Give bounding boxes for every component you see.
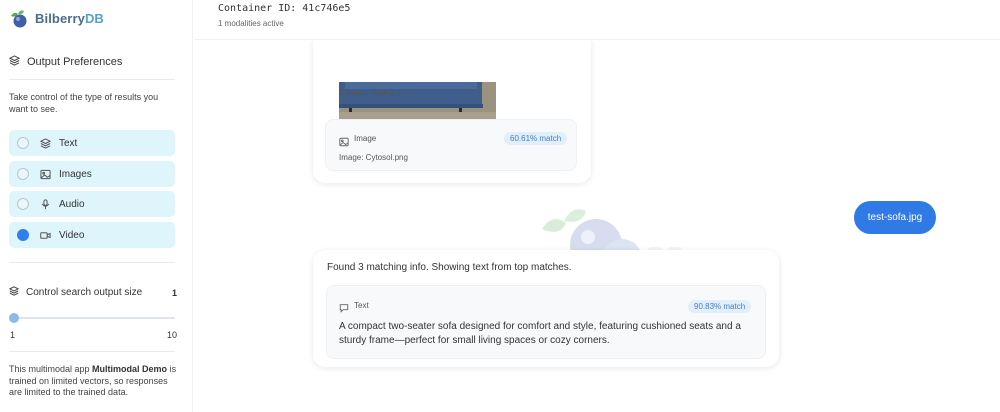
option-video[interactable]: Video bbox=[9, 222, 175, 248]
radio-text[interactable] bbox=[17, 137, 29, 149]
match-badge: 60.61% match bbox=[504, 132, 568, 145]
radio-images[interactable] bbox=[17, 168, 29, 180]
slider-min-label: 1 bbox=[10, 330, 16, 340]
slider-max-label: 10 bbox=[167, 330, 178, 340]
option-label: Text bbox=[59, 137, 78, 149]
result-type-label: Image bbox=[354, 134, 377, 143]
result-name: Image: Cytosol.png bbox=[339, 153, 408, 162]
output-preferences-heading: Output Preferences bbox=[8, 55, 123, 69]
chat-area: 2 Seater Sofa.jpg Image 60.61% match Ima… bbox=[194, 41, 1000, 412]
output-size-heading: Control search output size 1 bbox=[8, 286, 177, 299]
option-label: Images bbox=[59, 168, 92, 180]
app-root: BilberryDB Output Preferences Take contr… bbox=[0, 0, 1000, 412]
slider-handle[interactable] bbox=[9, 313, 19, 323]
video-icon bbox=[39, 229, 51, 241]
option-text[interactable]: Text bbox=[9, 130, 175, 156]
output-preferences-description: Take control of the type of results you … bbox=[9, 92, 159, 114]
divider bbox=[9, 351, 175, 352]
result-text: A compact two-seater sofa designed for c… bbox=[339, 321, 741, 346]
divider bbox=[9, 79, 175, 80]
output-preferences-title: Output Preferences bbox=[27, 56, 123, 68]
mic-icon bbox=[39, 198, 51, 210]
image-result-card bbox=[325, 119, 577, 171]
image-caption: 2 Seater Sofa.jpg bbox=[339, 88, 401, 97]
image-icon bbox=[39, 168, 51, 180]
sidebar: BilberryDB Output Preferences Take contr… bbox=[0, 0, 193, 412]
radio-audio[interactable] bbox=[17, 198, 29, 210]
app-note: This multimodal app Multimodal Demo is t… bbox=[9, 364, 177, 397]
layers-icon bbox=[8, 286, 20, 299]
radio-video[interactable] bbox=[17, 229, 29, 241]
option-audio[interactable]: Audio bbox=[9, 191, 175, 217]
user-message-bubble: test-sofa.jpg bbox=[854, 201, 936, 234]
user-message-text: test-sofa.jpg bbox=[867, 212, 923, 223]
layers-icon bbox=[39, 137, 51, 149]
output-size-value: 1 bbox=[171, 287, 177, 298]
option-images[interactable]: Images bbox=[9, 161, 175, 187]
container-id: Container ID: 41c746e5 bbox=[218, 3, 351, 14]
option-label: Video bbox=[59, 229, 85, 241]
divider bbox=[9, 262, 175, 263]
match-badge: 90.83% match bbox=[688, 300, 752, 313]
image-icon bbox=[339, 134, 349, 152]
modalities-status: 1 modalities active bbox=[218, 19, 284, 28]
bilberry-logo-icon bbox=[8, 7, 30, 29]
result-type-label: Text bbox=[354, 301, 369, 310]
brand-name: BilberryDB bbox=[35, 10, 104, 26]
output-size-slider[interactable] bbox=[12, 317, 175, 319]
header-bar: Container ID: 41c746e5 1 modalities acti… bbox=[194, 0, 1000, 40]
option-label: Audio bbox=[59, 198, 85, 210]
output-size-title: Control search output size bbox=[26, 287, 143, 298]
message-icon bbox=[339, 300, 349, 318]
layers-icon bbox=[8, 55, 21, 69]
response-summary: Found 3 matching info. Showing text from… bbox=[327, 262, 572, 273]
brand[interactable]: BilberryDB bbox=[8, 7, 104, 29]
